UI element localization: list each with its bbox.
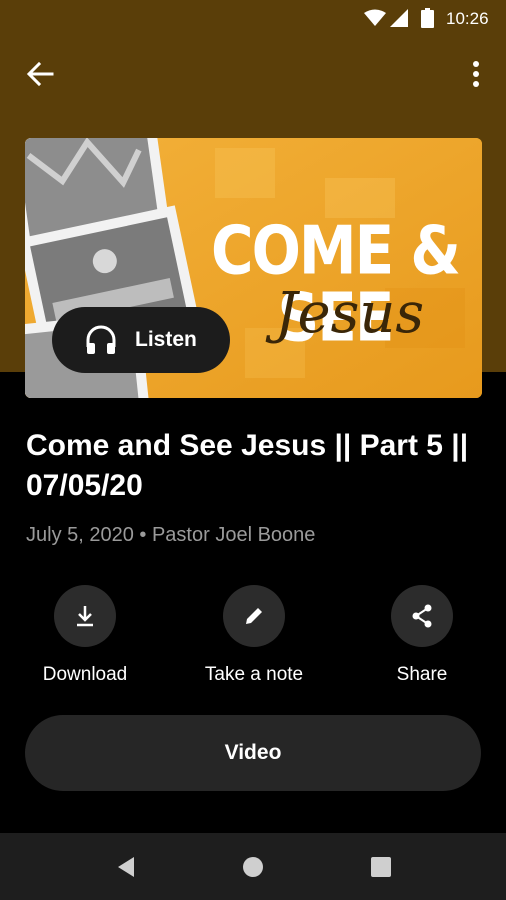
status-bar: 10:26 <box>0 0 506 36</box>
share-button[interactable]: Share <box>347 585 497 686</box>
more-options-button[interactable] <box>462 58 490 90</box>
headphones-icon <box>86 325 116 354</box>
share-icon <box>412 604 432 628</box>
recents-square-icon[interactable] <box>367 853 395 881</box>
wifi-icon <box>364 9 386 26</box>
signal-icon <box>390 9 408 27</box>
download-icon <box>77 606 93 627</box>
back-triangle-icon[interactable] <box>112 853 140 881</box>
take-note-circle <box>223 585 285 647</box>
share-label: Share <box>396 664 448 685</box>
download-button[interactable]: Download <box>10 585 160 686</box>
listen-label: Listen <box>135 328 197 351</box>
download-label: Download <box>42 664 128 685</box>
sermon-title: Come and See Jesus || Part 5 || 07/05/20 <box>26 429 469 502</box>
share-circle <box>391 585 453 647</box>
take-note-label: Take a note <box>204 664 304 685</box>
pencil-icon <box>246 608 262 624</box>
take-note-button[interactable]: Take a note <box>179 585 329 686</box>
arrow-back-icon <box>26 61 54 87</box>
system-navigation-bar <box>0 833 506 900</box>
video-label: Video <box>224 741 282 764</box>
sermon-meta: July 5, 2020 • Pastor Joel Boone <box>26 524 316 546</box>
video-button[interactable]: Video <box>25 715 481 791</box>
battery-icon <box>421 8 434 28</box>
more-vertical-icon <box>473 61 479 87</box>
home-circle-icon[interactable] <box>239 853 267 881</box>
status-time: 10:26 <box>446 9 489 28</box>
listen-button[interactable]: Listen <box>52 307 230 373</box>
download-circle <box>54 585 116 647</box>
banner-script-text: Jesus <box>275 281 425 346</box>
back-button[interactable] <box>22 58 58 90</box>
